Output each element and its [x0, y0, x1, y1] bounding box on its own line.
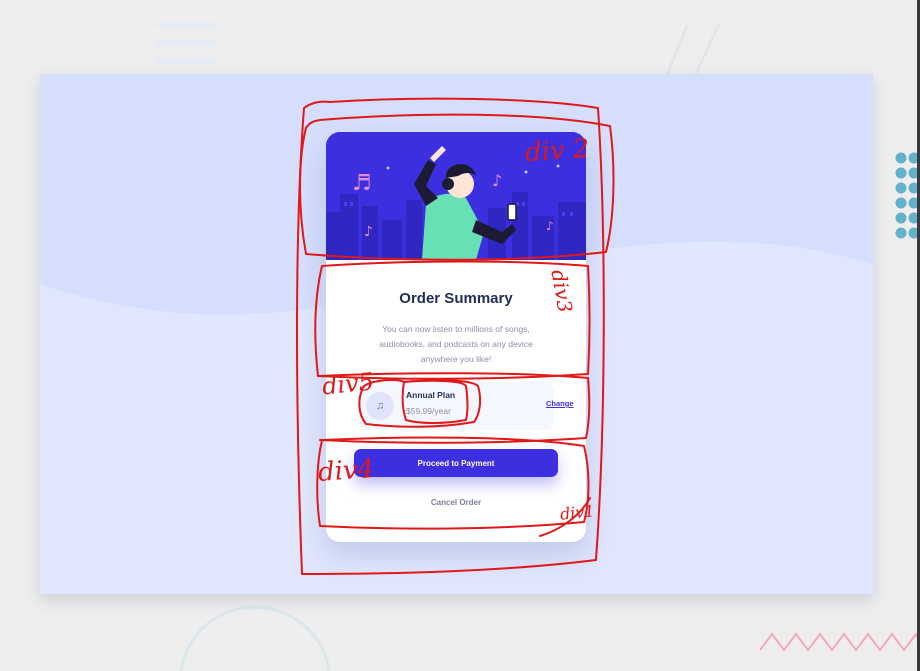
change-plan-link[interactable]: Change [546, 399, 574, 408]
decorative-dots [895, 152, 920, 239]
order-summary-title: Order Summary [399, 290, 513, 307]
annotation-label-plan: div5 [320, 367, 376, 401]
plan-name: Annual Plan [406, 390, 456, 400]
annotation-label-hero: div 2 [524, 133, 591, 169]
decorative-slashes [663, 23, 721, 80]
music-note-icon: ♫ [366, 392, 394, 420]
proceed-to-payment-button[interactable]: Proceed to Payment [354, 449, 558, 477]
plan-row: ♫ Annual Plan $59.99/year Change [358, 382, 574, 430]
decorative-lines [155, 22, 217, 64]
screen: ♬ ♪ ♪ ♪ Order Summary You can now listen… [0, 0, 920, 671]
annotation-label-content: div3 [546, 267, 578, 315]
plan-price: $59.99/year [406, 406, 451, 416]
annotation-label-actions: div4 [317, 454, 376, 488]
cancel-order-button[interactable]: Cancel Order [354, 492, 558, 512]
svg-text:♪: ♪ [546, 219, 554, 233]
decorative-zigzag [760, 632, 920, 652]
svg-text:♪: ♪ [364, 224, 373, 240]
decorative-ring [179, 605, 331, 671]
svg-text:♬: ♬ [352, 171, 372, 196]
annotation-label-card: div1 [559, 501, 596, 524]
svg-text:♪: ♪ [492, 171, 502, 190]
order-summary-description: You can now listen to millions of songs,… [379, 324, 533, 364]
